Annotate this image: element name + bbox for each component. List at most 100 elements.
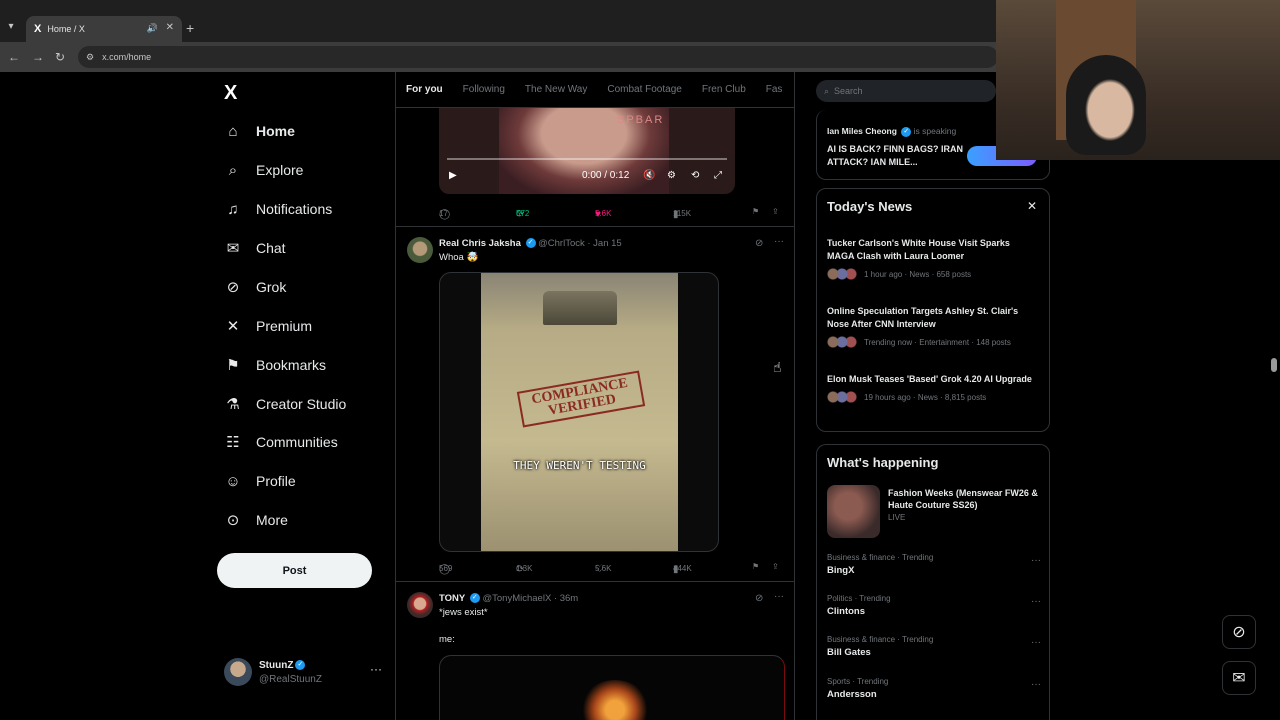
grok-floating-button[interactable]: ⊘	[1222, 615, 1256, 649]
author-handle[interactable]: @ChrlTock · Jan 15	[538, 238, 622, 249]
tweet-media[interactable]: COMPLIANCE VERIFIED THEY WEREN'T TESTING	[439, 272, 719, 552]
tweet2-header: Real Chris Jaksha ✓ @ChrlTock · Jan 15	[439, 238, 622, 249]
tab-close-icon[interactable]: ✕	[166, 22, 174, 33]
tab-following[interactable]: Following	[453, 84, 515, 95]
news-item[interactable]: Elon Musk Teases 'Based' Grok 4.20 AI Up…	[827, 373, 1039, 403]
fullscreen-icon[interactable]: ⤢	[714, 170, 722, 181]
news-avatars	[827, 336, 857, 348]
bookmark-icon[interactable]: ⚑	[752, 207, 759, 216]
trend-item[interactable]: Business & finance · Trending Bill Gates…	[827, 635, 1041, 658]
share-icon[interactable]: ⇪	[772, 562, 779, 571]
messages-floating-button[interactable]: ✉	[1222, 661, 1256, 695]
tweet-video[interactable]: SPBAR ▶ 0:00 / 0:12 🔇 ⚙ ⟲ ⤢	[439, 108, 735, 194]
nav-notifications-label: Notifications	[256, 201, 333, 217]
post-button[interactable]: Post	[217, 553, 372, 588]
browser-tab[interactable]: X Home / X 🔊 ✕	[26, 16, 182, 42]
mute-icon[interactable]: 🔇	[643, 170, 655, 181]
more-icon[interactable]: ···	[1031, 596, 1041, 607]
settings-icon[interactable]: ⚙	[667, 170, 676, 181]
nav-more-label: More	[256, 512, 288, 528]
author-name[interactable]: Real Chris Jaksha	[439, 238, 521, 249]
right-sidebar: ⌕ Search Ian Miles Cheong ✓ is speaking …	[816, 72, 1050, 720]
avatar[interactable]	[407, 592, 433, 618]
grok-icon[interactable]: ⊘	[755, 238, 763, 249]
loop-icon[interactable]: ⟲	[691, 170, 699, 181]
trend-item[interactable]: Business & finance · Trending BingX ···	[827, 553, 1041, 576]
space-host: Ian Miles Cheong ✓ is speaking	[827, 126, 956, 137]
author-name[interactable]: TONY	[439, 593, 465, 604]
nav-premium[interactable]: ✕ Premium	[224, 311, 312, 341]
x-logo-icon[interactable]: X	[224, 82, 237, 105]
nav-grok[interactable]: ⊘ Grok	[224, 272, 287, 302]
trend-item[interactable]: Sports · Trending Andersson ···	[827, 677, 1041, 700]
trend-category: Sports · Trending	[827, 677, 889, 686]
new-tab-button[interactable]: +	[186, 20, 194, 36]
event-headline[interactable]: Fashion Weeks (Menswear FW26 & Haute Cou…	[888, 487, 1038, 511]
tweet1-actions: ◯ 17 ⟳ 572 ♥ 5.6K ▮ 115K ⚑ ⇪	[439, 205, 784, 221]
close-icon[interactable]: ✕	[1027, 199, 1037, 213]
video-caption: THEY WEREN'T TESTING	[513, 459, 646, 472]
video-progress-bar[interactable]	[447, 158, 727, 160]
tab-fren-club[interactable]: Fren Club	[692, 84, 756, 95]
nav-grok-label: Grok	[256, 279, 287, 295]
feed-tabs: For you Following The New Way Combat Foo…	[396, 72, 794, 108]
verified-badge-icon: ✓	[525, 238, 536, 249]
url-input[interactable]: ⚙ x.com/home	[78, 46, 998, 68]
views-count: 115K	[673, 209, 692, 218]
tab-for-you[interactable]: For you	[396, 84, 453, 95]
news-item[interactable]: Tucker Carlson's White House Visit Spark…	[827, 237, 1039, 280]
tab-fas[interactable]: Fas	[756, 84, 793, 95]
nav-chat[interactable]: ✉ Chat	[224, 233, 286, 263]
play-icon[interactable]: ▶	[449, 170, 457, 181]
nav-home[interactable]: ⌂ Home	[224, 116, 294, 146]
search-input[interactable]: ⌕ Search	[816, 80, 996, 102]
mail-icon: ✉	[1232, 670, 1246, 687]
like-count: 5.6K	[595, 209, 612, 218]
nav-communities[interactable]: ☷ Communities	[224, 427, 337, 457]
nav-notifications[interactable]: ♫ Notifications	[224, 194, 332, 224]
event-thumbnail[interactable]	[827, 485, 880, 538]
back-icon[interactable]: ←	[8, 50, 20, 64]
news-meta-row: 1 hour ago · News · 658 posts	[827, 268, 1039, 280]
grok-icon[interactable]: ⊘	[755, 593, 763, 604]
forward-icon[interactable]: →	[32, 50, 44, 64]
url-text: x.com/home	[102, 52, 152, 62]
reload-icon[interactable]: ↻	[55, 50, 65, 64]
nav-profile[interactable]: ☺ Profile	[224, 466, 295, 496]
like-count: 5.6K	[595, 564, 612, 573]
nav-creator-studio[interactable]: ⚗ Creator Studio	[224, 389, 346, 419]
verified-badge-icon: ✓	[295, 660, 306, 671]
nav-bookmarks[interactable]: ⚑ Bookmarks	[224, 350, 326, 380]
news-meta: Trending now · Entertainment · 148 posts	[864, 337, 1011, 347]
more-icon[interactable]: ···	[1031, 679, 1041, 690]
webcam-overlay	[996, 0, 1280, 160]
share-icon[interactable]: ⇪	[772, 207, 779, 216]
account-switcher[interactable]: StuunZ ✓ @RealStuunZ ···	[224, 656, 384, 690]
more-icon[interactable]: ···	[774, 591, 784, 602]
more-icon[interactable]: ···	[1031, 637, 1041, 648]
nav-explore[interactable]: ⌕ Explore	[224, 155, 304, 185]
avatar[interactable]	[407, 237, 433, 263]
clipboard-clip	[543, 291, 617, 325]
tab-the-new-way[interactable]: The New Way	[515, 84, 597, 95]
scrollbar-thumb[interactable]	[1271, 358, 1277, 372]
flask-icon: ⚗	[226, 396, 240, 413]
tweet-media[interactable]	[439, 655, 785, 720]
tab-combat-footage[interactable]: Combat Footage	[597, 84, 692, 95]
author-handle[interactable]: @TonyMichaelX · 36m	[483, 593, 579, 604]
mouse-cursor-icon: ☝	[773, 359, 782, 375]
more-icon[interactable]: ···	[1031, 555, 1041, 566]
bell-icon: ♫	[227, 200, 239, 218]
bookmark-icon[interactable]: ⚑	[752, 562, 759, 571]
account-more-icon[interactable]: ···	[370, 662, 382, 676]
news-item[interactable]: Online Speculation Targets Ashley St. Cl…	[827, 305, 1039, 348]
news-avatars	[827, 391, 857, 403]
speaker-icon[interactable]: 🔊	[147, 23, 158, 34]
site-info-icon[interactable]: ⚙	[86, 52, 94, 63]
nav-more[interactable]: ⊙ More	[224, 505, 288, 535]
trend-item[interactable]: Politics · Trending Clintons ···	[827, 594, 1041, 617]
more-icon[interactable]: ···	[774, 236, 784, 247]
tab-title: Home / X	[47, 24, 85, 34]
tab-search-icon[interactable]: ▾	[4, 20, 18, 34]
live-badge: LIVE	[888, 513, 906, 522]
